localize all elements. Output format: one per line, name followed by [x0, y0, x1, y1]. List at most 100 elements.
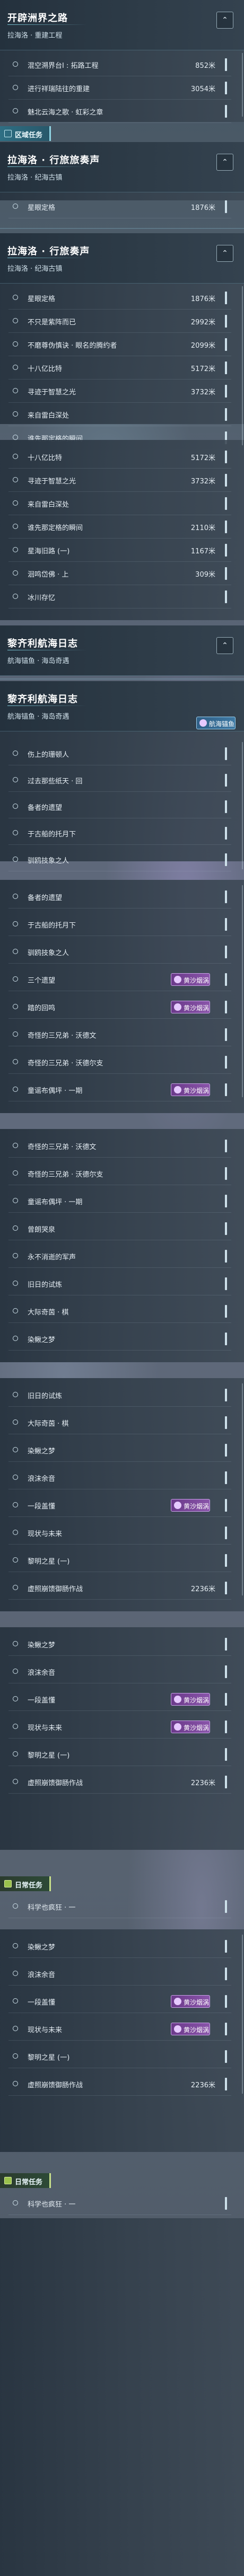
quest-row[interactable]: 童谣布偶坪 · 一期 黄沙烟涡: [8, 1078, 231, 1101]
quest-row[interactable]: 伤上的珊顿人: [8, 742, 231, 765]
quest-row[interactable]: 来自雷白深处: [8, 403, 231, 426]
quest-row[interactable]: 星眼定格 1876米: [8, 195, 231, 218]
quest-row[interactable]: 虚照崩馈御肠作战 2236米: [8, 2072, 231, 2096]
scrollbar-track[interactable]: [242, 1383, 243, 1595]
quest-row[interactable]: 不磨尊伪慎诀 · 眼名的腾约者 2099米: [8, 333, 231, 356]
quest-row[interactable]: 来自雷白深处: [8, 492, 231, 515]
quest-row[interactable]: 大际奇茵 · 棋: [8, 1411, 231, 1434]
quest-row[interactable]: 寻迹于智慧之光 3732米: [8, 380, 231, 403]
quest-row[interactable]: 旧日的试炼: [8, 1272, 231, 1295]
quest-row[interactable]: 科学也疯狂 · 一: [8, 2192, 231, 2215]
quest-status-circle-icon: [13, 1502, 18, 1507]
quest-row[interactable]: 黎明之星 (一): [8, 1743, 231, 1766]
quest-row[interactable]: 三个遗望 黄沙烟涡: [8, 968, 231, 991]
quest-row[interactable]: 魅北云海之歌 · 虹彩之章: [8, 100, 231, 123]
quest-row[interactable]: 十八亿比特 5172米: [8, 356, 231, 380]
quest-row[interactable]: 科学也疯狂 · 一: [8, 1895, 231, 1918]
quest-row[interactable]: 冰川存忆: [8, 585, 231, 608]
row-marker-icon: [225, 1499, 227, 1512]
quest-row[interactable]: 奇怪的三兄弟 · 沃德尔支: [8, 1162, 231, 1185]
quest-row[interactable]: 驯鸥技象之人: [8, 848, 231, 871]
collapse-button[interactable]: ⌃: [216, 637, 233, 654]
quest-row[interactable]: 浪沫余音: [8, 1962, 231, 1986]
quest-row[interactable]: 一段盖懂 黄沙烟涡: [8, 1688, 231, 1711]
quest-row[interactable]: 谁先那定格的瞬间 2110米: [8, 515, 231, 539]
scrollbar-track[interactable]: [242, 286, 243, 445]
quest-distance: 5172米: [190, 454, 215, 462]
quest-row-label: 洄鸣岱佛 · 上: [28, 571, 69, 579]
scrollbar-track[interactable]: [242, 1935, 243, 2094]
collapse-button[interactable]: ⌃: [216, 154, 233, 171]
quest-row[interactable]: 星海旧路 (一) 1167米: [8, 539, 231, 562]
quest-row-label: 虚照崩馈御肠作战: [28, 2081, 83, 2089]
quest-header: 拉海洛 · 行旅奏声 拉海洛 · 纪海古镇 ⌃: [0, 233, 244, 284]
quest-row[interactable]: 奇怪的三兄弟 · 沃德文: [8, 1134, 231, 1158]
scrollbar-track[interactable]: [242, 742, 243, 869]
quest-row[interactable]: 备者的遗望: [8, 885, 231, 908]
quest-row[interactable]: 不只是紫阵而已 2992米: [8, 310, 231, 333]
quest-row[interactable]: 曾朗哭泉: [8, 1217, 231, 1240]
quest-status-circle-icon: [13, 454, 18, 459]
quest-row[interactable]: 童谣布偶坪 · 一期: [8, 1189, 231, 1213]
quest-row[interactable]: 一段盖懂 黄沙烟涡: [8, 1494, 231, 1517]
quest-row[interactable]: 洄鸣岱佛 · 上 309米: [8, 562, 231, 585]
collapse-button[interactable]: ⌃: [216, 245, 233, 262]
quest-row-label: 寻迹于智慧之光: [28, 389, 76, 396]
quest-header: 黎齐利航海日志 航海锚鱼 · 海岛奇遇 ⌃: [0, 625, 244, 676]
quest-row[interactable]: 现状与未来 黄沙烟涡: [8, 1715, 231, 1739]
quest-title: 拉海洛 · 行旅旅奏声: [7, 155, 100, 166]
quest-distance: 2236米: [190, 1779, 215, 1787]
quest-row[interactable]: 过去那些纸天 · 回: [8, 769, 231, 792]
quest-row[interactable]: 染鳅之梦: [8, 1439, 231, 1462]
scrollbar-track[interactable]: [242, 53, 243, 117]
quest-row[interactable]: 大际奇茵 · 棋: [8, 1300, 231, 1323]
quest-row[interactable]: 星眼定格 1876米: [8, 286, 231, 310]
row-marker-icon: [225, 1083, 227, 1096]
quest-row[interactable]: 虚照崩馈御肠作战 2236米: [8, 1770, 231, 1794]
quest-status-circle-icon: [13, 1943, 18, 1948]
quest-row[interactable]: 染鳅之梦: [8, 1935, 231, 1958]
daily-task-tag: 日常任务: [0, 2173, 51, 2188]
row-marker-icon: [225, 2197, 227, 2210]
quest-row[interactable]: 现状与未来: [8, 1521, 231, 1545]
quest-row-label: 奇怪的三兄弟 · 沃德文: [28, 1032, 97, 1040]
quest-row[interactable]: 奇怪的三兄弟 · 沃德尔支: [8, 1051, 231, 1074]
quest-row[interactable]: 一段盖懂 黄沙烟涡: [8, 1990, 231, 2013]
quest-row-label: 一段盖懂: [28, 1999, 56, 2007]
quest-row[interactable]: 黎明之星 (一): [8, 2045, 231, 2068]
quest-row[interactable]: 备者的遗望: [8, 795, 231, 818]
quest-row[interactable]: 驯鸥技象之人: [8, 940, 231, 964]
quest-status-circle-icon: [13, 1170, 18, 1176]
collapse-button[interactable]: ⌃: [216, 12, 233, 29]
row-marker-icon: [225, 385, 227, 398]
quest-row[interactable]: 现状与未来 黄沙烟涡: [8, 2017, 231, 2041]
quest-row[interactable]: 奇怪的三兄弟 · 沃德文: [8, 1023, 231, 1046]
quest-row[interactable]: 浪沫余音: [8, 1660, 231, 1683]
row-marker-icon: [225, 973, 227, 986]
quest-subtitle: 拉海洛 · 纪海古镇: [7, 174, 63, 182]
badge-label: 黄沙烟涡: [184, 977, 210, 984]
area-badge: 黄沙烟涡: [171, 1721, 210, 1733]
quest-row[interactable]: 染鳅之梦: [8, 1633, 231, 1656]
quest-row[interactable]: 浪沫余音: [8, 1466, 231, 1489]
area-task-tag: 区域任务: [0, 126, 51, 141]
quest-row[interactable]: 进行祥瑞陆往的重建 3054米: [8, 76, 231, 100]
quest-row-label: 黎明之星 (一): [28, 2054, 70, 2062]
row-marker-icon: [225, 1416, 227, 1429]
quest-row[interactable]: 寻迹于智慧之光 3732米: [8, 469, 231, 492]
quest-row[interactable]: 虚照崩馈御肠作战 2236米: [8, 1576, 231, 1600]
quest-status-circle-icon: [13, 570, 18, 576]
quest-row[interactable]: 黎明之星 (一): [8, 1549, 231, 1572]
quest-row[interactable]: 染鳅之梦: [8, 1327, 231, 1351]
quest-header: 拉海洛 · 行旅旅奏声 拉海洛 · 纪海古镇 ⌃: [0, 142, 244, 192]
quest-status-circle-icon: [13, 547, 18, 552]
quest-distance: 5172米: [190, 365, 215, 373]
quest-row[interactable]: 踏的回鸣 黄沙烟涡: [8, 995, 231, 1019]
quest-row[interactable]: 于古船的托月下: [8, 913, 231, 936]
scrollbar-track[interactable]: [242, 885, 243, 1097]
quest-row[interactable]: 混空溯界台Ⅰ : 拓路工程 852米: [8, 53, 231, 76]
quest-row[interactable]: 十八亿比特 5172米: [8, 445, 231, 469]
quest-row[interactable]: 永不消逝的军声: [8, 1245, 231, 1268]
quest-row[interactable]: 于古船的托月下: [8, 822, 231, 845]
quest-row[interactable]: 旧日的试炼: [8, 1383, 231, 1407]
